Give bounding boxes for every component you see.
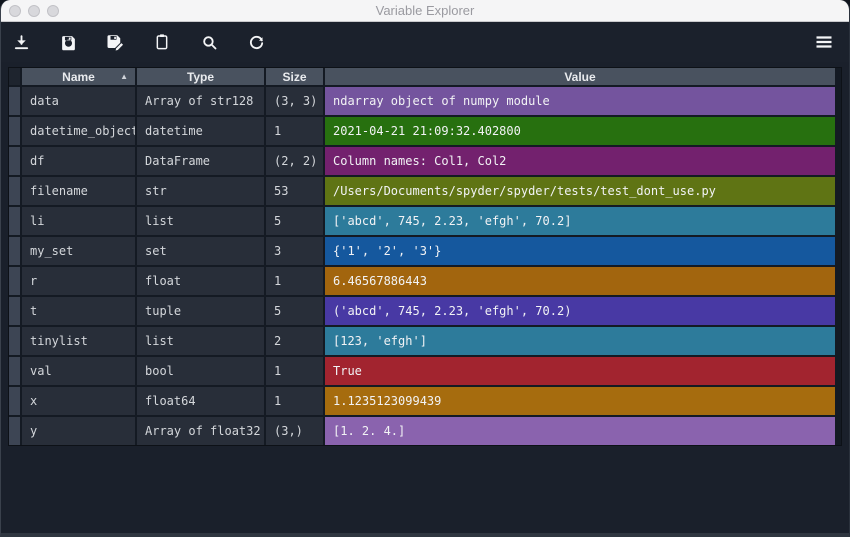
name-cell[interactable]: filename [22, 177, 135, 205]
value-cell[interactable]: Column names: Col1, Col2 [325, 147, 835, 175]
minimize-button[interactable] [28, 4, 40, 17]
table-grid: Name ▲ Type Size Value data Array of str… [9, 68, 835, 445]
row-gutter[interactable] [9, 87, 20, 115]
name-cell[interactable]: datetime_object [22, 117, 135, 145]
hamburger-icon [815, 35, 833, 49]
size-cell[interactable]: 5 [266, 297, 323, 325]
type-cell[interactable]: str [137, 177, 264, 205]
name-cell[interactable]: df [22, 147, 135, 175]
traffic-lights [9, 4, 59, 17]
refresh-icon [248, 34, 265, 51]
type-cell[interactable]: Array of float32 [137, 417, 264, 445]
size-cell[interactable]: (3,) [266, 417, 323, 445]
type-cell[interactable]: list [137, 207, 264, 235]
row-gutter[interactable] [9, 297, 20, 325]
refresh-button[interactable] [241, 27, 271, 57]
column-header-name-label: Name [62, 69, 95, 84]
row-gutter[interactable] [9, 147, 20, 175]
value-cell[interactable]: ndarray object of numpy module [325, 87, 835, 115]
size-cell[interactable]: (3, 3) [266, 87, 323, 115]
size-cell[interactable]: 1 [266, 387, 323, 415]
save-data-as-button[interactable] [100, 27, 130, 57]
name-cell[interactable]: data [22, 87, 135, 115]
name-cell[interactable]: t [22, 297, 135, 325]
type-cell[interactable]: datetime [137, 117, 264, 145]
corner-header[interactable] [9, 68, 20, 85]
import-data-button[interactable] [6, 27, 36, 57]
name-cell[interactable]: li [22, 207, 135, 235]
value-cell[interactable]: {'1', '2', '3'} [325, 237, 835, 265]
name-cell[interactable]: tinylist [22, 327, 135, 355]
window-title: Variable Explorer [375, 3, 475, 18]
value-cell[interactable]: [123, 'efgh'] [325, 327, 835, 355]
zoom-button[interactable] [47, 4, 59, 17]
name-cell[interactable]: val [22, 357, 135, 385]
table-area: Name ▲ Type Size Value data Array of str… [1, 62, 849, 533]
column-header-name[interactable]: Name ▲ [22, 68, 135, 85]
column-header-type[interactable]: Type [137, 68, 264, 85]
name-cell[interactable]: r [22, 267, 135, 295]
value-cell[interactable]: 6.46567886443 [325, 267, 835, 295]
size-cell[interactable]: 53 [266, 177, 323, 205]
type-cell[interactable]: DataFrame [137, 147, 264, 175]
type-cell[interactable]: bool [137, 357, 264, 385]
name-cell[interactable]: y [22, 417, 135, 445]
variable-table: Name ▲ Type Size Value data Array of str… [8, 67, 842, 446]
column-header-value-label: Value [564, 69, 596, 84]
save-icon [60, 34, 77, 51]
value-cell[interactable]: ['abcd', 745, 2.23, 'efgh', 70.2] [325, 207, 835, 235]
value-cell[interactable]: ('abcd', 745, 2.23, 'efgh', 70.2) [325, 297, 835, 325]
paste-icon [154, 33, 170, 51]
value-cell[interactable]: 2021-04-21 21:09:32.402800 [325, 117, 835, 145]
row-gutter[interactable] [9, 207, 20, 235]
import-icon [13, 34, 30, 51]
value-cell[interactable]: /Users/Documents/spyder/spyder/tests/tes… [325, 177, 835, 205]
sort-asc-icon: ▲ [120, 71, 128, 81]
search-icon [201, 34, 218, 51]
row-gutter[interactable] [9, 267, 20, 295]
column-header-size[interactable]: Size [266, 68, 323, 85]
variable-explorer-window: Variable Explorer Name ▲ Type Size Value… [0, 0, 850, 537]
column-header-size-label: Size [282, 69, 307, 84]
size-cell[interactable]: (2, 2) [266, 147, 323, 175]
close-button[interactable] [9, 4, 21, 17]
size-cell[interactable]: 3 [266, 237, 323, 265]
paste-data-button[interactable] [147, 27, 177, 57]
size-cell[interactable]: 1 [266, 117, 323, 145]
row-gutter[interactable] [9, 177, 20, 205]
toolbar [1, 22, 849, 62]
type-cell[interactable]: tuple [137, 297, 264, 325]
type-cell[interactable]: float64 [137, 387, 264, 415]
size-cell[interactable]: 1 [266, 267, 323, 295]
size-cell[interactable]: 1 [266, 357, 323, 385]
value-cell[interactable]: 1.1235123099439 [325, 387, 835, 415]
size-cell[interactable]: 5 [266, 207, 323, 235]
search-button[interactable] [194, 27, 224, 57]
row-gutter[interactable] [9, 117, 20, 145]
type-cell[interactable]: set [137, 237, 264, 265]
type-cell[interactable]: Array of str128 [137, 87, 264, 115]
titlebar: Variable Explorer [1, 0, 849, 22]
save-as-icon [106, 33, 124, 51]
name-cell[interactable]: x [22, 387, 135, 415]
row-gutter[interactable] [9, 417, 20, 445]
row-gutter[interactable] [9, 237, 20, 265]
value-cell[interactable]: True [325, 357, 835, 385]
row-gutter[interactable] [9, 387, 20, 415]
size-cell[interactable]: 2 [266, 327, 323, 355]
save-data-button[interactable] [53, 27, 83, 57]
type-cell[interactable]: list [137, 327, 264, 355]
value-cell[interactable]: [1. 2. 4.] [325, 417, 835, 445]
row-gutter[interactable] [9, 327, 20, 355]
type-cell[interactable]: float [137, 267, 264, 295]
column-header-type-label: Type [186, 69, 215, 84]
column-header-value[interactable]: Value [325, 68, 835, 85]
row-gutter[interactable] [9, 357, 20, 385]
options-menu-button[interactable] [809, 27, 839, 57]
name-cell[interactable]: my_set [22, 237, 135, 265]
